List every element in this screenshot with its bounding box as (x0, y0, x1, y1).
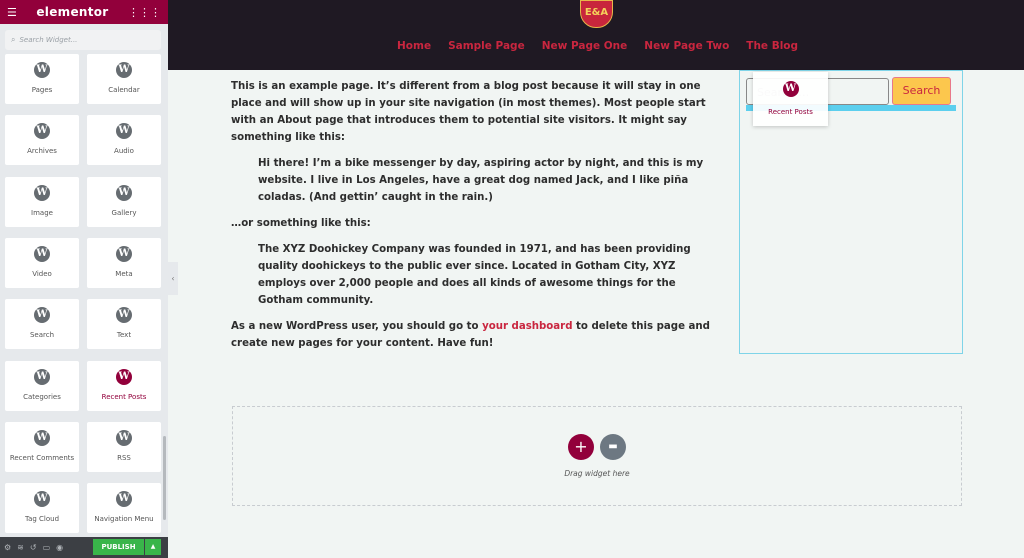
add-template-button[interactable]: ▬ (600, 434, 626, 460)
elementor-panel: ☰ elementor ⋮⋮⋮ ⌕ Search Widget... W Pages… (0, 0, 168, 558)
widget-label: Text (116, 331, 132, 340)
widget-label: Meta (115, 269, 133, 278)
wordpress-icon: W (34, 184, 50, 201)
widget-label: Image (31, 208, 53, 217)
site-nav: Home Sample Page New Page One New Page T… (397, 40, 798, 52)
widget-label: Search (29, 331, 55, 340)
wordpress-icon: W (34, 123, 50, 140)
drop-zone[interactable]: + ▬ Drag widget here (232, 406, 962, 506)
widget-recent-posts[interactable]: W Recent Posts (87, 360, 161, 411)
widget-tag-cloud[interactable]: W Tag Cloud (5, 483, 79, 534)
publish-button[interactable]: PUBLISH (93, 539, 144, 555)
nav-new-page-two[interactable]: New Page Two (644, 40, 729, 52)
widget-text[interactable]: W Text (87, 299, 161, 350)
history-icon[interactable]: ↺ (30, 543, 37, 552)
settings-icon[interactable]: ⚙ (4, 543, 11, 552)
quote: Hi there! I’m a bike messenger by day, a… (258, 158, 704, 203)
widget-label: Tag Cloud (24, 515, 60, 524)
widget-recent-comments[interactable]: W Recent Comments (5, 421, 79, 472)
widget-label: RSS (117, 453, 131, 462)
page-content: This is an example page. It’s different … (231, 78, 734, 361)
publish-options-button[interactable]: ▲ (145, 539, 161, 555)
hamburger-menu-icon[interactable]: ☰ (7, 6, 17, 19)
widget-image[interactable]: W Image (5, 176, 79, 227)
nav-new-page-one[interactable]: New Page One (542, 40, 628, 52)
wordpress-icon: W (34, 491, 50, 508)
widget-navigation-menu[interactable]: W Navigation Menu (87, 483, 161, 534)
wordpress-icon: W (116, 429, 132, 446)
widget-label: Calendar (108, 86, 140, 94)
wordpress-icon: W (34, 62, 50, 78)
widget-label: Archives (27, 147, 57, 156)
widget-label: Gallery (111, 208, 137, 217)
wordpress-icon: W (34, 245, 50, 262)
nav-home[interactable]: Home (397, 40, 431, 52)
wordpress-icon: W (116, 245, 132, 262)
sidebar-search-button[interactable]: Search (892, 77, 951, 105)
wordpress-icon: W (34, 368, 50, 385)
wordpress-icon: W (116, 123, 132, 140)
nav-the-blog[interactable]: The Blog (746, 40, 798, 52)
widget-label: Recent Posts (101, 392, 147, 401)
widget-meta[interactable]: W Meta (87, 237, 161, 288)
paragraph: …or something like this: (231, 218, 371, 229)
wordpress-icon: W (116, 62, 132, 78)
elementor-logo: elementor (36, 5, 109, 19)
nav-sample-page[interactable]: Sample Page (448, 40, 525, 52)
widgets-grid-icon[interactable]: ⋮⋮⋮ (128, 6, 161, 19)
dragging-widget[interactable]: W Recent Posts (753, 72, 828, 126)
collapse-panel-handle[interactable]: ‹ (168, 262, 178, 295)
wordpress-icon: W (116, 491, 132, 508)
widget-search-input[interactable]: ⌕ Search Widget... (5, 30, 161, 50)
widget-rss[interactable]: W RSS (87, 421, 161, 472)
paragraph: This is an example page. It’s different … (231, 81, 706, 143)
widget-audio[interactable]: W Audio (87, 115, 161, 166)
wordpress-icon: W (34, 429, 50, 446)
widget-label: Categories (23, 392, 61, 401)
wordpress-icon: W (782, 81, 799, 97)
widget-label: Recent Comments (9, 453, 75, 462)
widget-archives[interactable]: W Archives (5, 115, 79, 166)
widget-search[interactable]: W Search (5, 299, 79, 350)
widget-gallery[interactable]: W Gallery (87, 176, 161, 227)
quote: The XYZ Doohickey Company was founded in… (258, 244, 691, 306)
paragraph: As a new WordPress user, you should go t… (231, 321, 710, 349)
widget-label: Video (32, 269, 52, 278)
navigator-icon[interactable]: ≋ (17, 543, 24, 552)
preview-icon[interactable]: ◉ (56, 543, 63, 552)
wordpress-icon: W (116, 307, 132, 324)
responsive-icon[interactable]: ▭ (43, 543, 51, 552)
widget-label: Navigation Menu (94, 515, 154, 524)
search-icon: ⌕ (11, 35, 16, 44)
widget-video[interactable]: W Video (5, 237, 79, 288)
widget-categories[interactable]: W Categories (5, 360, 79, 411)
widget-label: Audio (114, 147, 134, 156)
dashboard-link[interactable]: your dashboard (482, 321, 572, 332)
panel-header: ☰ elementor ⋮⋮⋮ (0, 0, 168, 24)
wordpress-icon: W (116, 368, 132, 385)
folder-icon: ▬ (608, 441, 618, 452)
wordpress-icon: W (116, 184, 132, 201)
add-section-button[interactable]: + (568, 434, 594, 460)
wordpress-icon: W (34, 307, 50, 324)
panel-scrollbar[interactable] (163, 436, 166, 520)
widget-pages[interactable]: W Pages (5, 54, 79, 104)
widget-label: Pages (31, 86, 53, 94)
widget-calendar[interactable]: W Calendar (87, 54, 161, 104)
